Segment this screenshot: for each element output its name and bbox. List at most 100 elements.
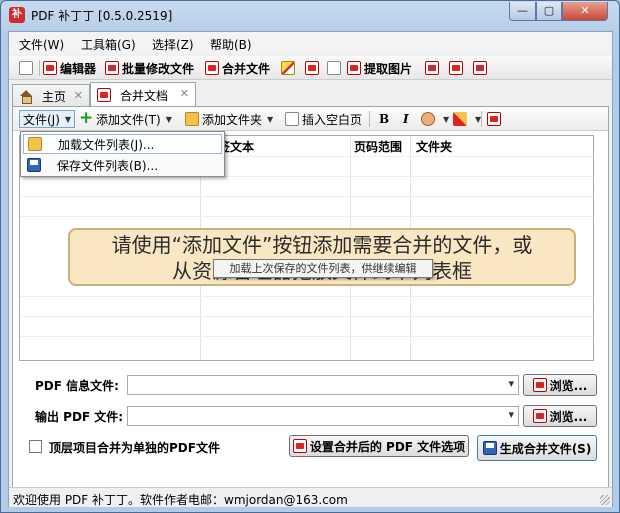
output-file-combo[interactable]	[127, 406, 519, 426]
menu-select[interactable]: 选择(Z)	[152, 36, 194, 53]
merge-files-button[interactable]: 合并文件	[205, 60, 270, 76]
tab-merge-documents[interactable]: 合并文档 ✕	[90, 82, 196, 107]
document-icon	[327, 61, 341, 75]
info-file-combo[interactable]	[127, 375, 519, 395]
save-icon	[27, 158, 41, 172]
top-level-separate-checkbox[interactable]	[29, 440, 42, 453]
main-toolbar: 编辑器 批量修改文件 合并文件 提取图片	[9, 56, 612, 80]
status-bar: 欢迎使用 PDF 补丁丁。软件作者电邮：wmjordan@163.com	[9, 487, 612, 507]
column-header-page-range[interactable]: 页码范围	[354, 138, 402, 155]
extract-images-button[interactable]: 提取图片	[347, 60, 412, 76]
tool-button-b[interactable]	[449, 60, 466, 76]
add-folder-button[interactable]: 添加文件夹 ▼	[185, 111, 273, 127]
close-tab-icon[interactable]: ✕	[74, 89, 83, 102]
status-text: 欢迎使用 PDF 补丁丁。软件作者电邮：wmjordan@163.com	[13, 493, 348, 507]
pdf-split-icon	[425, 61, 439, 75]
open-folder-icon	[28, 137, 42, 151]
toolbar-separator	[481, 111, 482, 127]
pen-tool-button[interactable]	[281, 60, 298, 76]
pdf-edit-icon	[43, 61, 57, 75]
bookmark-tool-button[interactable]	[305, 60, 322, 76]
pen-icon	[281, 61, 295, 75]
maximize-button[interactable]: ▢	[536, 2, 562, 21]
client-area: 文件(W) 工具箱(G) 选择(Z) 帮助(B) 编辑器 批量修改文件 合并文件…	[8, 31, 613, 507]
pdf-batch-icon	[105, 61, 119, 75]
chevron-down-icon: ▼	[165, 114, 172, 124]
menu-file[interactable]: 文件(W)	[19, 36, 64, 53]
merge-toolbar: 文件(J) ▼ 添加文件(T) ▼ 添加文件夹 ▼ 插入空白页 B I ▼ ▼	[13, 107, 608, 131]
tool-button-a[interactable]	[425, 60, 442, 76]
close-tab-icon[interactable]: ✕	[180, 87, 189, 100]
merge-panel: 文件(J)▼ 添加文件(T)▼ 添加文件夹▼ 插入空白页 B I ▼ ▼ 签文本…	[12, 106, 609, 504]
style-button[interactable]: ▼	[453, 111, 481, 127]
bold-button[interactable]: B	[379, 111, 389, 127]
window-title: PDF 补丁丁 [0.5.0.2519]	[31, 9, 173, 23]
browse-label: 浏览...	[549, 409, 588, 424]
pdf-merge-icon	[205, 61, 219, 75]
chevron-down-icon: ▼	[267, 114, 274, 124]
minimize-button[interactable]: —	[509, 2, 536, 21]
batch-modify-label: 批量修改文件	[122, 61, 195, 76]
editor-button[interactable]: 编辑器	[43, 60, 96, 76]
add-icon	[79, 108, 93, 128]
tab-strip: 主页 ✕ 合并文档 ✕	[9, 82, 612, 107]
merge-options-button[interactable]: 设置合并后的 PDF 文件选项	[289, 435, 469, 457]
pdf-settings-icon	[292, 439, 307, 453]
tab-home[interactable]: 主页 ✕	[12, 84, 90, 107]
merge-files-label: 合并文件	[222, 61, 271, 76]
menu-bar: 文件(W) 工具箱(G) 选择(Z) 帮助(B)	[9, 32, 612, 54]
checklist-icon	[19, 61, 33, 75]
save-file-list-item[interactable]: 保存文件列表(B)...	[23, 155, 222, 175]
extract-images-label: 提取图片	[364, 61, 413, 76]
info-file-label: PDF 信息文件:	[35, 379, 119, 393]
row-divider	[20, 196, 593, 197]
pdf-browse-icon	[532, 409, 547, 423]
output-file-label: 输出 PDF 文件:	[35, 410, 124, 424]
app-logo-icon: 补	[9, 7, 25, 23]
drop-hint-line-1: 请使用“添加文件”按钮添加需要合并的文件，或	[111, 233, 533, 257]
file-dropdown-menu: 加载文件列表(J)... 保存文件列表(B)...	[20, 131, 225, 177]
pdf-info-icon	[449, 61, 463, 75]
text-color-button[interactable]: ▼	[421, 111, 449, 127]
load-file-list-label: 加载文件列表(J)...	[58, 137, 155, 152]
file-menu-button[interactable]: 文件(J) ▼	[19, 110, 76, 128]
title-bar[interactable]: 补 PDF 补丁丁 [0.5.0.2519] — ▢ ✕	[1, 1, 619, 29]
blank-page-icon	[285, 112, 299, 126]
chevron-down-icon: ▼	[443, 114, 450, 124]
chevron-down-icon: ▼	[64, 114, 72, 124]
insert-blank-page-button[interactable]: 插入空白页	[285, 111, 362, 127]
export-tool-button[interactable]	[327, 60, 344, 76]
toolbar-separator	[369, 111, 370, 127]
italic-button[interactable]: I	[403, 111, 409, 127]
menu-toolbox[interactable]: 工具箱(G)	[81, 36, 136, 53]
generate-merged-file-button[interactable]: 生成合并文件(S)	[477, 435, 597, 461]
row-divider	[20, 296, 593, 297]
save-file-list-label: 保存文件列表(B)...	[57, 158, 159, 173]
merge-options-label: 设置合并后的 PDF 文件选项	[309, 439, 466, 454]
color-picker-icon	[421, 112, 435, 126]
tab-merge-label: 合并文档	[120, 88, 169, 103]
menu-help[interactable]: 帮助(B)	[210, 36, 252, 53]
pdf-icon	[487, 112, 501, 126]
toolbar-separator	[39, 60, 40, 76]
resize-grip[interactable]	[600, 495, 610, 505]
column-header-folder[interactable]: 文件夹	[416, 138, 452, 155]
pdf-image-icon	[347, 61, 361, 75]
top-level-separate-label: 顶层项目合并为单独的PDF文件	[49, 441, 220, 455]
close-button[interactable]: ✕	[562, 2, 608, 21]
tool-button-c[interactable]	[473, 60, 490, 76]
toolbar-options-button[interactable]	[19, 60, 36, 76]
load-file-list-item[interactable]: 加载文件列表(J)...	[23, 134, 222, 154]
save-icon	[482, 441, 497, 455]
file-menu-label: 文件(J)	[23, 112, 60, 127]
browse-info-file-button[interactable]: 浏览...	[523, 374, 597, 396]
batch-modify-button[interactable]: 批量修改文件	[105, 60, 194, 76]
pdf-bookmark-icon	[305, 61, 319, 75]
pdf-export-icon	[473, 61, 487, 75]
add-file-button[interactable]: 添加文件(T) ▼	[79, 108, 172, 128]
row-divider	[20, 336, 593, 337]
home-icon	[19, 89, 33, 104]
browse-output-file-button[interactable]: 浏览...	[523, 405, 597, 427]
add-file-label: 添加文件(T)	[96, 112, 161, 127]
pdf-tool-button[interactable]	[487, 111, 504, 127]
